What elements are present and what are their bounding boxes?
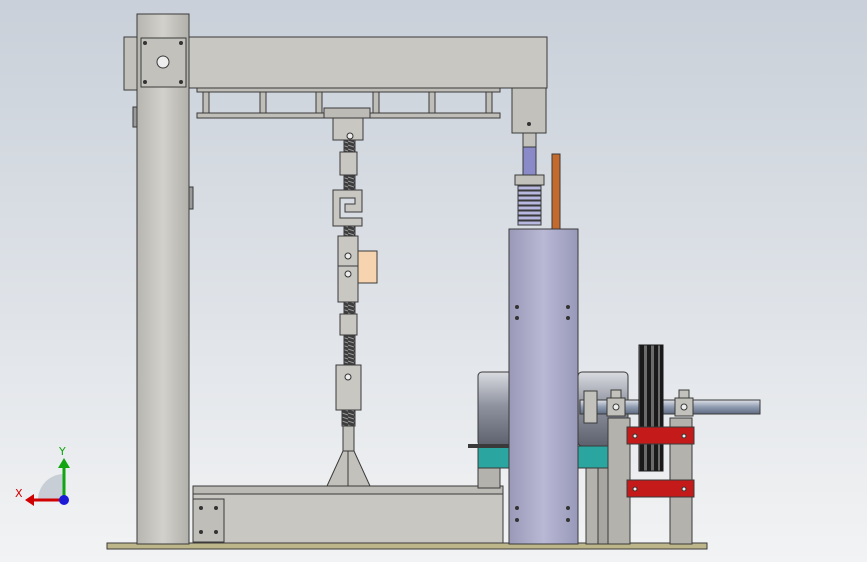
bolt [214,506,218,510]
extensometer-block [357,250,378,284]
triad-x-label: X [15,487,23,500]
left-column-bracket [123,36,138,91]
coordinate-triad-icon: Y X [15,445,70,506]
lower-threaded-rod [343,334,356,366]
base-beam-top [192,485,504,495]
grip-pin [344,270,352,278]
spring-upper-shaft [522,132,537,148]
specimen-grip-upper [337,235,359,267]
grip-pin [344,252,352,260]
stand-post [342,425,355,452]
column-tab [188,186,194,210]
triad-y-label: Y [58,445,66,458]
spring-collar [514,174,545,186]
mount-plate [468,444,512,448]
beam-hanger-right [511,87,547,134]
motor-mount-right [573,445,610,469]
motor-tower [508,228,579,545]
stand-strut [597,467,609,545]
bolt [214,530,218,534]
top-beam [188,36,548,89]
bottom-clevis [335,364,362,411]
bolt [143,80,147,84]
clevis-pin [344,373,352,381]
lower-rod [343,301,356,315]
top-clevis-plate [323,107,371,119]
actuator-rod [551,153,561,231]
column-tab [132,106,138,128]
spring-guide [522,146,537,176]
upper-rod [343,139,356,153]
v-belt-pulley [638,344,664,472]
left-column [136,13,190,545]
cad-viewport[interactable]: Y X [0,0,867,562]
coil-spring [517,185,542,226]
motor-mount [477,445,511,469]
mount-leg [585,467,599,545]
bolt [527,122,531,126]
upper-coupler [339,151,358,176]
lower-coupler [339,313,358,336]
base-beam [192,491,504,544]
shaft-collar [583,390,598,424]
bolt [199,530,203,534]
assembly-drawing: Y X [15,13,761,550]
bolt [179,41,183,45]
mid-threaded-rod [343,225,356,237]
bottom-threaded-rod [341,409,356,427]
upper-threaded-rod [343,174,356,191]
pillow-block-bearing-right [674,389,694,417]
load-cell-s-type [332,189,363,227]
clevis-pin [346,132,354,140]
pivot-hole [156,55,170,69]
truss-top-rail [196,87,501,93]
bolt [143,41,147,45]
base-plate-bolts [192,498,225,543]
bolt [199,506,203,510]
mount-leg [477,467,501,489]
bolt [179,80,183,84]
